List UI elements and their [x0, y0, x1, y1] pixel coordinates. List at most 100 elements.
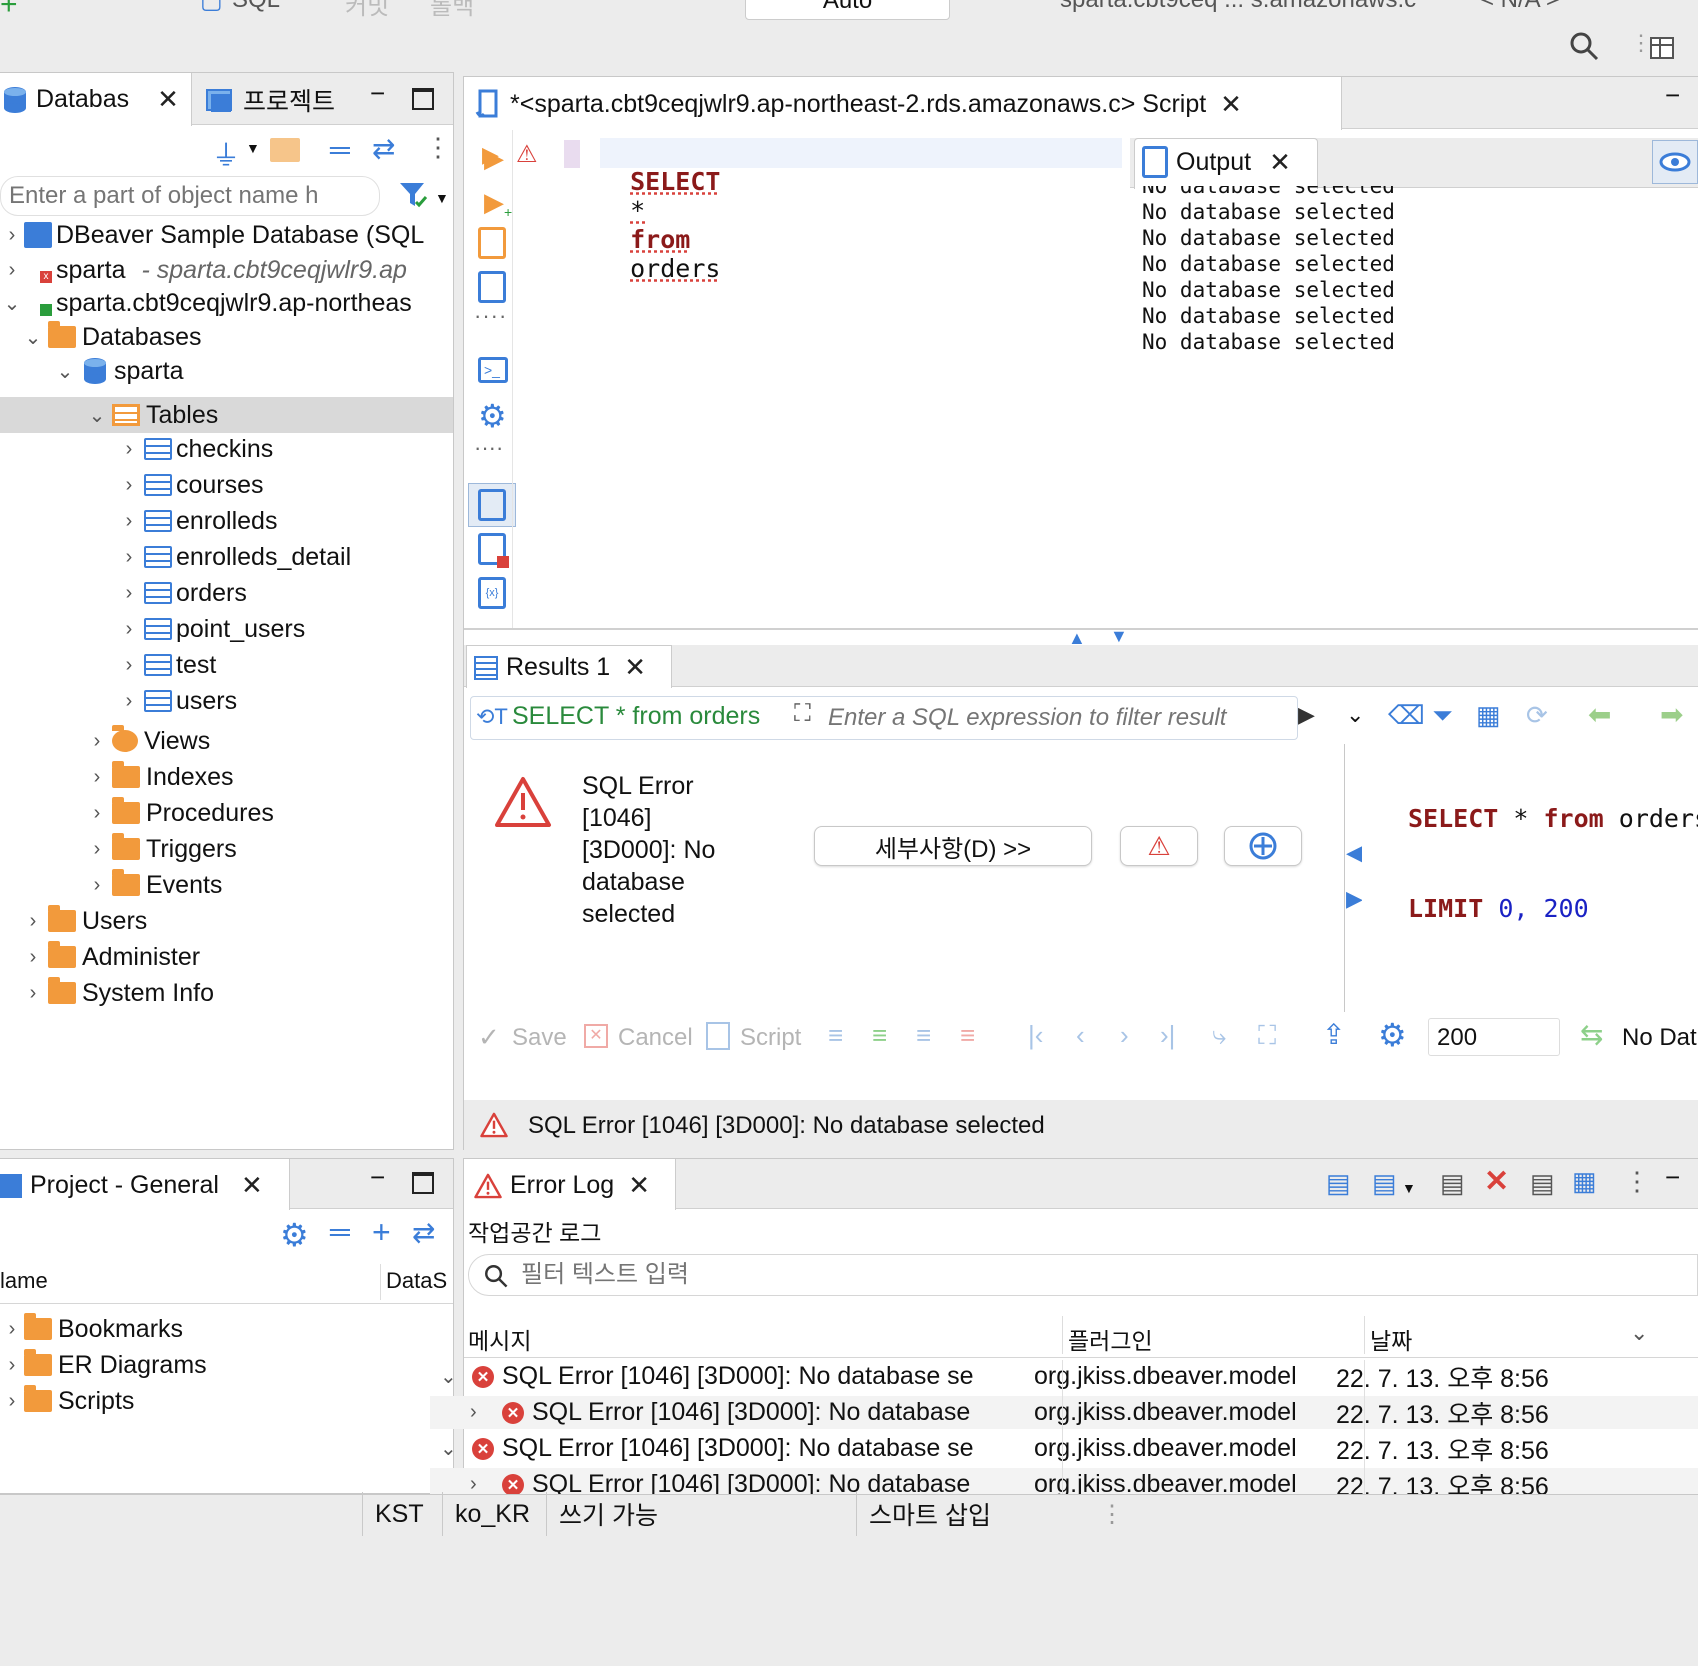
settings-gear-icon[interactable]: ⚙ [1378, 1016, 1407, 1054]
fetch-all-icon[interactable]: ⛶ [1258, 1020, 1276, 1052]
chevron-right-icon[interactable]: ▶ [1346, 886, 1363, 912]
tree-item-sample-db[interactable]: › DBeaver Sample Database (SQL [0, 218, 425, 252]
new-folder-icon[interactable] [270, 138, 300, 162]
expand-icon[interactable]: ⛶ [794, 700, 811, 728]
chevron-right-icon[interactable]: › [82, 802, 112, 825]
column-header-datasource[interactable]: DataS [386, 1268, 447, 1294]
filter-icon[interactable] [398, 180, 428, 210]
tree-item-views[interactable]: › Views [82, 724, 210, 758]
delete-row-icon[interactable]: ≡ [960, 1020, 975, 1051]
tree-item-tables[interactable]: ⌄ Tables [82, 398, 219, 432]
results-filter-input[interactable] [828, 700, 1258, 736]
chevron-right-icon[interactable]: › [0, 1318, 24, 1341]
fetch-next-icon[interactable]: ⤷ [1212, 1020, 1227, 1052]
filter-settings-icon[interactable]: ⏷ [1432, 700, 1453, 732]
chevron-down-icon[interactable]: ⌄ [18, 325, 48, 350]
collapse-all-icon[interactable]: ═ [330, 134, 350, 166]
tab-project-general[interactable]: Project - General ✕ [0, 1170, 263, 1201]
close-icon[interactable]: ✕ [1220, 89, 1242, 120]
settings-gear-icon[interactable]: ⚙ [478, 397, 507, 435]
tree-item-administer[interactable]: › Administer [18, 940, 200, 974]
link-editor-icon[interactable]: ⇄ [372, 132, 395, 165]
maximize-icon[interactable] [412, 88, 434, 110]
import-log-icon[interactable]: ▤ [1372, 1168, 1397, 1199]
chevron-right-icon[interactable]: › [470, 1401, 477, 1424]
status-more-icon[interactable]: ⋮ [1100, 1500, 1124, 1529]
new-connection-icon[interactable]: + [0, 0, 18, 22]
chevron-right-icon[interactable]: › [114, 690, 144, 713]
export-log-icon[interactable]: ▤ [1326, 1168, 1351, 1199]
tree-item-table[interactable]: › point_users [114, 612, 306, 646]
clear-log-icon[interactable]: ▤ [1440, 1168, 1465, 1199]
log-row[interactable]: ⌄ ✕ SQL Error [1046] [3D000]: No database … [430, 1360, 1698, 1393]
collapse-down-icon[interactable]: ▼ [1110, 626, 1128, 647]
sql-editor-icon[interactable]: ▢ [200, 0, 223, 15]
chevron-right-icon[interactable]: › [114, 510, 144, 533]
close-icon[interactable]: ✕ [628, 1170, 650, 1201]
view-menu-icon[interactable]: ⋮ [1624, 1166, 1650, 1197]
chevron-right-icon[interactable]: › [82, 730, 112, 753]
cancel-x-icon[interactable]: ✕ [584, 1024, 608, 1048]
chevron-right-icon[interactable]: › [0, 1390, 24, 1413]
tree-item-databases[interactable]: ⌄ Databases [18, 320, 202, 354]
tree-item-system-info[interactable]: › System Info [18, 976, 214, 1010]
minimize-icon[interactable]: − [370, 78, 385, 109]
tree-item-db-sparta[interactable]: ⌄ sparta [50, 354, 184, 388]
chevron-right-icon[interactable]: › [18, 982, 48, 1005]
show-output-icon[interactable] [478, 489, 506, 521]
tab-output[interactable]: Output ✕ [1142, 146, 1291, 178]
chevron-right-icon[interactable]: › [114, 546, 144, 569]
tree-item-table[interactable]: › orders [114, 576, 247, 610]
apply-filter-icon[interactable]: ▶ [1298, 702, 1315, 728]
tree-item-table[interactable]: › enrolleds [114, 504, 278, 538]
export-icon[interactable]: ⇪ [1322, 1018, 1345, 1051]
more-dots-icon[interactable]: ···· [474, 303, 507, 329]
back-arrow-icon[interactable]: ⬅ [1588, 698, 1611, 731]
save-check-icon[interactable]: ✓ [478, 1022, 500, 1053]
chevron-left-icon[interactable]: ◀ [1346, 840, 1363, 866]
project-item-er-diagrams[interactable]: › ER Diagrams [0, 1348, 207, 1382]
column-header-message[interactable]: 메시지 [468, 1322, 531, 1356]
script-button[interactable]: Script [740, 1024, 801, 1052]
execute-new-tab-icon[interactable]: ▶+ [484, 187, 512, 220]
maximize-icon[interactable] [412, 1172, 434, 1194]
copy-row-icon[interactable]: ≡ [916, 1020, 931, 1051]
close-icon[interactable]: ✕ [157, 84, 179, 115]
perspective-icon[interactable] [1648, 32, 1678, 62]
tab-project[interactable]: 프로젝트 [205, 82, 335, 118]
view-menu-icon[interactable]: ⋮ [425, 132, 451, 163]
previous-page-icon[interactable]: ‹ [1076, 1020, 1085, 1051]
chevron-right-icon[interactable]: › [18, 946, 48, 969]
link-editor-icon[interactable]: ⇄ [412, 1216, 435, 1249]
sql-query-line[interactable]: SELECT * from orders [600, 138, 1122, 283]
add-row-icon[interactable]: ≡ [872, 1020, 887, 1051]
first-page-icon[interactable]: |‹ [1028, 1020, 1043, 1051]
tree-item-sparta-full-connection[interactable]: ⌄ sparta.cbt9ceqjwlr9.ap-northeas [0, 286, 412, 320]
script-icon[interactable] [706, 1022, 730, 1050]
close-icon[interactable]: ✕ [241, 1170, 263, 1201]
tree-item-procedures[interactable]: › Procedures [82, 796, 274, 830]
chevron-down-icon[interactable]: ⌄ [0, 291, 24, 316]
fetch-size-input[interactable]: 200 [1428, 1018, 1560, 1056]
forward-arrow-icon[interactable]: ➡ [1660, 698, 1683, 731]
cancel-button[interactable]: Cancel [618, 1024, 693, 1052]
collapse-all-icon[interactable]: ═ [330, 1216, 350, 1248]
delete-log-icon[interactable]: ✕ [1484, 1164, 1509, 1199]
commit-button[interactable]: 커밋 [345, 0, 389, 21]
project-item-bookmarks[interactable]: › Bookmarks [0, 1312, 183, 1346]
sort-chevron-down-icon[interactable]: ⌄ [1630, 1320, 1648, 1346]
execute-script-icon[interactable] [478, 227, 506, 259]
details-button[interactable]: 세부사항(D) >> [814, 826, 1092, 866]
restore-log-icon[interactable]: ▦ [1572, 1166, 1597, 1197]
close-icon[interactable]: ✕ [1269, 147, 1291, 178]
chevron-right-icon[interactable]: › [114, 654, 144, 677]
tree-item-triggers[interactable]: › Triggers [82, 832, 237, 866]
chevron-right-icon[interactable]: › [82, 874, 112, 897]
save-button[interactable]: Save [512, 1024, 567, 1052]
chevron-right-icon[interactable]: › [114, 582, 144, 605]
tab-results[interactable]: Results 1 ✕ [474, 652, 646, 683]
transaction-mode-select[interactable]: Auto [745, 0, 950, 20]
object-filter-field[interactable] [1, 177, 371, 215]
tree-item-sparta-connection[interactable]: › x sparta - sparta.cbt9ceqjwlr9.ap [0, 253, 407, 287]
connection-selector[interactable]: sparta.cbt9ceq ... s.amazonaws.c [1060, 0, 1416, 14]
